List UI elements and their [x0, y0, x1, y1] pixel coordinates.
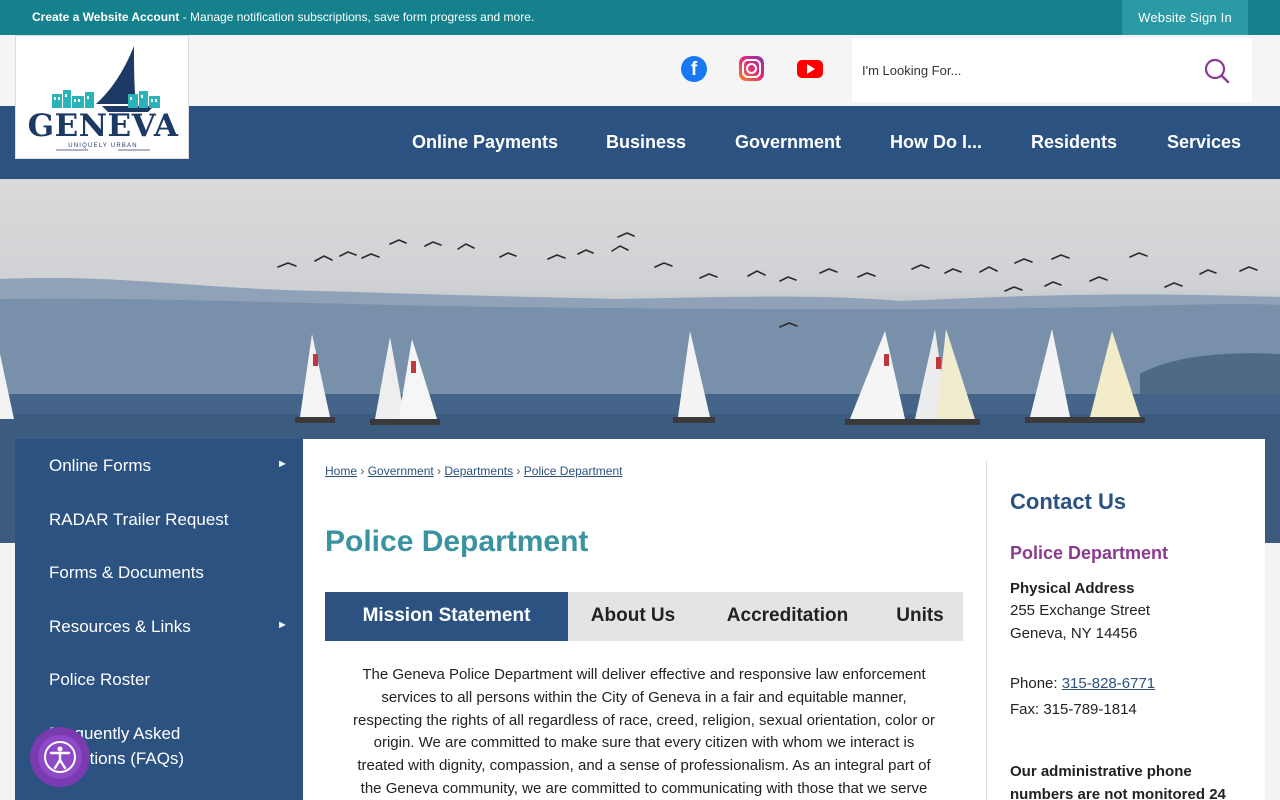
- phone-link[interactable]: 315-828-6771: [1062, 675, 1155, 692]
- accessibility-button[interactable]: [30, 727, 90, 787]
- create-account-link[interactable]: Create a Website Account: [32, 10, 179, 24]
- contact-department[interactable]: Police Department: [1010, 543, 1168, 564]
- nav-how-do-i[interactable]: How Do I...: [890, 106, 982, 179]
- expand-arrow-icon[interactable]: ►: [277, 619, 288, 631]
- phone-monitoring-note: Our administrative phone numbers are not…: [1010, 763, 1226, 800]
- breadcrumb-departments[interactable]: Departments: [444, 464, 513, 478]
- address-city: Geneva, NY 14456: [1010, 625, 1138, 642]
- breadcrumb: Home › Government › Departments › Police…: [325, 464, 623, 478]
- geneva-logo[interactable]: GENEVA UNIQUELY URBAN: [15, 35, 189, 159]
- nav-business[interactable]: Business: [606, 106, 686, 179]
- sidebar-item-police-roster[interactable]: Police Roster: [49, 667, 249, 692]
- contact-fax: Fax: 315-789-1814: [1010, 701, 1137, 718]
- search-input[interactable]: [862, 58, 1182, 82]
- mission-statement-text: The Geneva Police Department will delive…: [353, 666, 935, 797]
- search-box: [852, 38, 1252, 102]
- instagram-icon[interactable]: [739, 56, 764, 81]
- nav-services[interactable]: Services: [1167, 106, 1241, 179]
- accessibility-icon: [44, 741, 76, 773]
- breadcrumb-police-department[interactable]: Police Department: [524, 464, 623, 478]
- nav-government[interactable]: Government: [735, 106, 841, 179]
- logo-tagline: UNIQUELY URBAN: [68, 143, 138, 149]
- contact-phone: Phone: 315-828-6771: [1010, 675, 1155, 692]
- address-street: 255 Exchange Street: [1010, 602, 1151, 619]
- facebook-icon[interactable]: f: [681, 56, 707, 82]
- address-label: Physical Address: [1010, 580, 1135, 597]
- create-account-text: - Manage notification subscriptions, sav…: [179, 10, 535, 24]
- main-content: Home › Government › Departments › Police…: [303, 439, 1265, 800]
- sidebar-item-resources-links[interactable]: Resources & Links: [49, 614, 249, 639]
- tab-accreditation[interactable]: Accreditation: [715, 592, 860, 641]
- address-label-text: Physical Address: [1010, 580, 1135, 597]
- tab-about-us[interactable]: About Us: [575, 592, 691, 641]
- main-navigation: Online Payments Business Government How …: [0, 106, 1280, 179]
- phone-label: Phone:: [1010, 675, 1062, 692]
- notification-bar: Create a Website Account - Manage notifi…: [0, 0, 1280, 35]
- sidebar-item-online-forms[interactable]: Online Forms: [49, 453, 249, 478]
- nav-residents[interactable]: Residents: [1031, 106, 1117, 179]
- tab-units[interactable]: Units: [887, 592, 953, 641]
- website-sign-in-button[interactable]: Website Sign In: [1122, 0, 1248, 35]
- logo-city-name: GENEVA: [27, 108, 179, 144]
- page-title: Police Department: [325, 525, 589, 558]
- tab-mission-statement[interactable]: Mission Statement: [325, 592, 568, 641]
- search-icon[interactable]: [1202, 56, 1232, 86]
- column-divider: [986, 461, 987, 800]
- breadcrumb-government[interactable]: Government: [368, 464, 434, 478]
- breadcrumb-home[interactable]: Home: [325, 464, 357, 478]
- expand-arrow-icon[interactable]: ►: [277, 458, 288, 470]
- contact-heading: Contact Us: [1010, 489, 1127, 514]
- nav-online-payments[interactable]: Online Payments: [412, 106, 558, 179]
- create-account-message: Create a Website Account - Manage notifi…: [32, 10, 534, 24]
- sidebar-item-radar-trailer-request[interactable]: RADAR Trailer Request: [49, 507, 249, 532]
- content-tabs: Mission Statement About Us Accreditation…: [325, 592, 963, 641]
- sidebar-item-forms-documents[interactable]: Forms & Documents: [49, 560, 249, 585]
- youtube-icon[interactable]: [797, 60, 823, 78]
